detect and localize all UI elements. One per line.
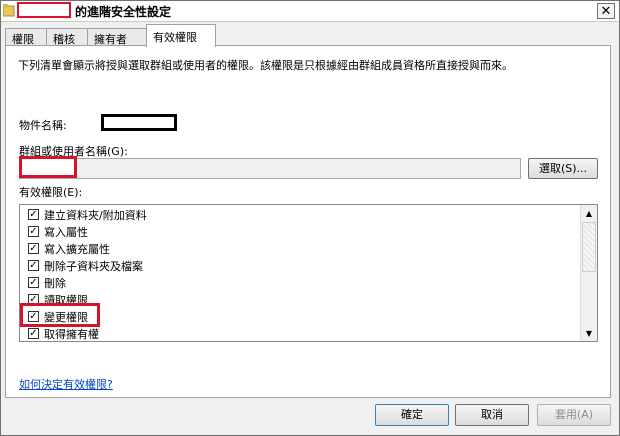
checkbox-checked-icon[interactable]: ✓: [28, 226, 39, 237]
scroll-up-arrow-icon[interactable]: ▲: [581, 205, 597, 221]
checkbox-checked-icon[interactable]: ✓: [28, 209, 39, 220]
object-name-label: 物件名稱:: [19, 119, 67, 132]
redacted-group-name: [19, 156, 77, 178]
tab-effective-permissions[interactable]: 有效權限: [146, 24, 216, 47]
permission-label: 刪除: [44, 277, 66, 290]
checkbox-checked-icon[interactable]: ✓: [28, 277, 39, 288]
title-bar: 的進階安全性設定 ✕: [1, 1, 619, 22]
cancel-button[interactable]: 取消: [455, 404, 529, 426]
permission-label: 取得擁有權: [44, 328, 99, 341]
group-user-field[interactable]: [19, 158, 521, 179]
scroll-thumb[interactable]: [582, 222, 596, 272]
scroll-down-arrow-icon[interactable]: ▼: [581, 325, 597, 341]
effective-permissions-label: 有效權限(E):: [19, 186, 83, 199]
close-icon: ✕: [600, 3, 612, 19]
redacted-title-name: [17, 2, 71, 18]
tab-permissions[interactable]: 權限: [5, 28, 47, 46]
select-button[interactable]: 選取(S)...: [528, 158, 598, 179]
permission-label: 寫入屬性: [44, 226, 88, 239]
close-button[interactable]: ✕: [597, 3, 615, 19]
list-scrollbar[interactable]: ▲ ▼: [580, 205, 597, 341]
description-text: 下列清單會顯示將授與選取群組或使用者的權限。該權限是只根據經由群組成員資格所直接…: [18, 59, 513, 72]
ok-button[interactable]: 確定: [375, 404, 449, 426]
folder-icon: [3, 4, 15, 17]
permission-label: 建立資料夾/附加資料: [44, 209, 147, 222]
tab-auditing[interactable]: 稽核: [46, 28, 88, 46]
checkbox-checked-icon[interactable]: ✓: [28, 328, 39, 339]
help-link[interactable]: 如何決定有效權限?: [19, 376, 113, 392]
checkbox-checked-icon[interactable]: ✓: [28, 243, 39, 254]
tab-owner[interactable]: 擁有者: [87, 28, 147, 46]
highlight-box-change-permissions: [20, 303, 100, 327]
redacted-object-name: [101, 114, 177, 131]
checkbox-checked-icon[interactable]: ✓: [28, 260, 39, 271]
permission-label: 刪除子資料夾及檔案: [44, 260, 143, 273]
apply-button[interactable]: 套用(A): [537, 404, 611, 426]
window-title: 的進階安全性設定: [75, 5, 172, 19]
effective-permissions-list[interactable]: ✓ 建立資料夾/附加資料 ✓ 寫入屬性 ✓ 寫入擴充屬性 ✓ 刪除子資料夾及檔案 ✓ 刪除…: [19, 204, 598, 342]
permission-label: 寫入擴充屬性: [44, 243, 110, 256]
permissions-viewport: ✓ 建立資料夾/附加資料 ✓ 寫入屬性 ✓ 寫入擴充屬性 ✓ 刪除子資料夾及檔案 ✓ 刪除…: [20, 205, 580, 341]
